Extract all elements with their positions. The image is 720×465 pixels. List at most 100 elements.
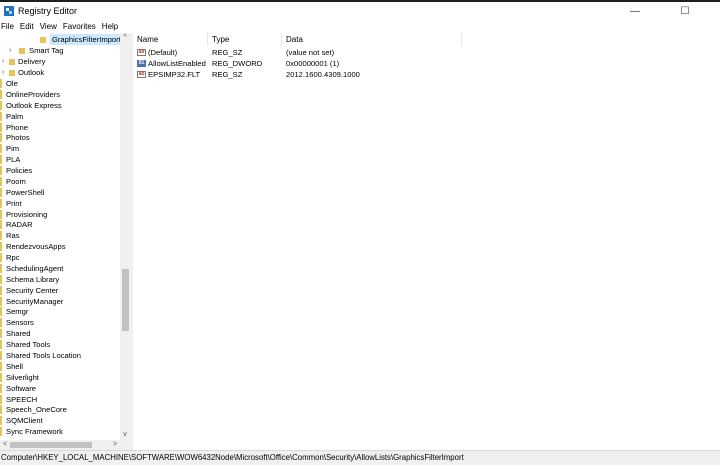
tree-item[interactable]: SecurityManager — [0, 296, 120, 307]
tree-item[interactable]: Shared Tools Location — [0, 350, 120, 361]
folder-icon — [0, 242, 2, 252]
scroll-right-icon[interactable]: > — [110, 440, 120, 450]
tree-item-graphicsfilterimport[interactable]: GraphicsFilterImport — [0, 34, 123, 45]
tree-vertical-scrollbar[interactable]: ^ v — [120, 33, 130, 440]
column-header-data[interactable]: Data — [286, 35, 303, 44]
menu-help[interactable]: Help — [99, 22, 121, 31]
tree-item[interactable]: Phone — [0, 122, 120, 133]
folder-icon — [0, 133, 2, 143]
tree-item[interactable]: Software — [0, 383, 120, 394]
tree-item[interactable]: Shared — [0, 328, 120, 339]
column-divider[interactable] — [461, 33, 462, 46]
tree-item-label: Outlook — [18, 68, 45, 77]
tree-item[interactable]: Pim — [0, 143, 120, 154]
folder-icon — [0, 351, 2, 360]
tree-item[interactable]: Silverlight — [0, 372, 120, 383]
tree-item[interactable]: Security Center — [0, 285, 120, 296]
tree-item[interactable]: Shell — [0, 361, 120, 372]
tree-item[interactable]: Palm — [0, 111, 120, 122]
folder-icon — [0, 231, 2, 241]
binary-value-icon: 01 — [137, 60, 146, 67]
column-header-type[interactable]: Type — [212, 35, 229, 44]
tree-item[interactable]: RendezvousApps — [0, 241, 120, 252]
chevron-right-icon[interactable]: › — [9, 45, 11, 56]
tree-item[interactable]: SQMClient — [0, 415, 120, 426]
chevron-right-icon[interactable]: › — [2, 67, 4, 78]
tree-item-label: Rpc — [6, 253, 20, 263]
tree-item-delivery[interactable]: › Delivery — [0, 56, 120, 67]
menu-edit[interactable]: Edit — [17, 22, 37, 31]
scroll-left-icon[interactable]: < — [0, 440, 10, 450]
registry-tree[interactable]: GraphicsFilterImport › Smart Tag › Deliv… — [0, 33, 130, 450]
tree-item[interactable]: Photos — [0, 132, 120, 143]
folder-icon — [0, 405, 2, 415]
tree-item[interactable]: Speech_OneCore — [0, 404, 120, 415]
tree-item[interactable]: Policies — [0, 165, 120, 176]
tree-item[interactable]: Ole — [0, 78, 120, 89]
tree-item[interactable]: PLA — [0, 154, 120, 165]
value-row[interactable]: 01 AllowListEnabled REG_DWORD 0x00000001… — [133, 58, 463, 69]
folder-icon — [0, 361, 2, 371]
tree-item-label: Shared Tools — [6, 340, 51, 350]
tree-item-label: Shared — [6, 329, 31, 339]
folder-icon — [19, 48, 25, 54]
folder-icon — [0, 111, 2, 121]
column-headers: Name Type Data — [133, 33, 463, 46]
column-header-name[interactable]: Name — [137, 35, 158, 44]
tree-item-label: SecurityManager — [6, 296, 64, 306]
tree-item-label: Phone — [6, 122, 28, 132]
column-divider[interactable] — [281, 33, 282, 46]
menu-view[interactable]: View — [37, 22, 60, 31]
tree-horizontal-scrollbar[interactable]: < > — [0, 440, 130, 450]
tree-item-smart-tag[interactable]: › Smart Tag — [0, 45, 120, 56]
scrollbar-thumb[interactable] — [10, 442, 92, 448]
scroll-up-icon[interactable]: ^ — [120, 33, 130, 43]
chevron-right-icon[interactable]: › — [2, 56, 4, 67]
folder-icon — [0, 155, 2, 165]
tree-item-label: Sync Framework — [6, 427, 63, 437]
tree-item-label: SQMClient — [6, 416, 43, 426]
tree-item[interactable]: PowerShell — [0, 187, 120, 198]
tree-item-outlook[interactable]: › Outlook — [0, 67, 120, 78]
tree-item[interactable]: Ras — [0, 230, 120, 241]
maximize-button[interactable]: ☐ — [668, 2, 702, 20]
folder-icon — [0, 144, 2, 154]
scroll-down-icon[interactable]: v — [120, 430, 130, 440]
folder-icon — [0, 100, 2, 110]
tree-item[interactable]: SchedulingAgent — [0, 263, 120, 274]
tree-item-label: Smart Tag — [29, 46, 64, 55]
tree-item[interactable]: RADAR — [0, 219, 120, 230]
folder-icon — [0, 176, 2, 186]
tree-item[interactable]: Rpc — [0, 252, 120, 263]
menu-file[interactable]: File — [0, 22, 17, 31]
tree-item[interactable]: SPEECH — [0, 394, 120, 405]
menu-favorites[interactable]: Favorites — [60, 22, 99, 31]
values-list[interactable]: Name Type Data ab (Default) REG_SZ (valu… — [133, 33, 720, 450]
folder-icon — [0, 89, 2, 99]
registry-editor-icon — [4, 6, 14, 16]
tree-item[interactable]: Provisioning — [0, 209, 120, 220]
tree-item-label: Shell — [6, 361, 23, 371]
folder-icon — [0, 340, 2, 350]
tree-item[interactable]: Sensors — [0, 317, 120, 328]
status-bar-path: Computer\HKEY_LOCAL_MACHINE\SOFTWARE\WOW… — [0, 450, 720, 465]
tree-item[interactable]: OnlineProviders — [0, 89, 120, 100]
value-row[interactable]: ab (Default) REG_SZ (value not set) — [133, 47, 463, 58]
column-divider[interactable] — [207, 33, 208, 46]
tree-item[interactable]: Sync Framework — [0, 426, 120, 437]
tree-item[interactable]: Poom — [0, 176, 120, 187]
value-row[interactable]: ab EPSIMP32.FLT REG_SZ 2012.1600.4309.10… — [133, 69, 463, 80]
tree-item[interactable]: Outlook Express — [0, 100, 120, 111]
tree-item[interactable]: Print — [0, 198, 120, 209]
minimize-button[interactable]: — — [618, 2, 652, 20]
tree-item-label: PowerShell — [6, 187, 45, 197]
folder-icon — [0, 263, 2, 273]
tree-item[interactable]: Semgr — [0, 306, 120, 317]
tree-item[interactable]: Shared Tools — [0, 339, 120, 350]
tree-item[interactable]: Schema Library — [0, 274, 120, 285]
value-data: (value not set) — [286, 48, 335, 57]
folder-icon — [0, 416, 2, 426]
tree-item-label: SPEECH — [6, 394, 38, 404]
scrollbar-thumb[interactable] — [122, 269, 129, 331]
tree-item-label: Software — [6, 383, 36, 393]
